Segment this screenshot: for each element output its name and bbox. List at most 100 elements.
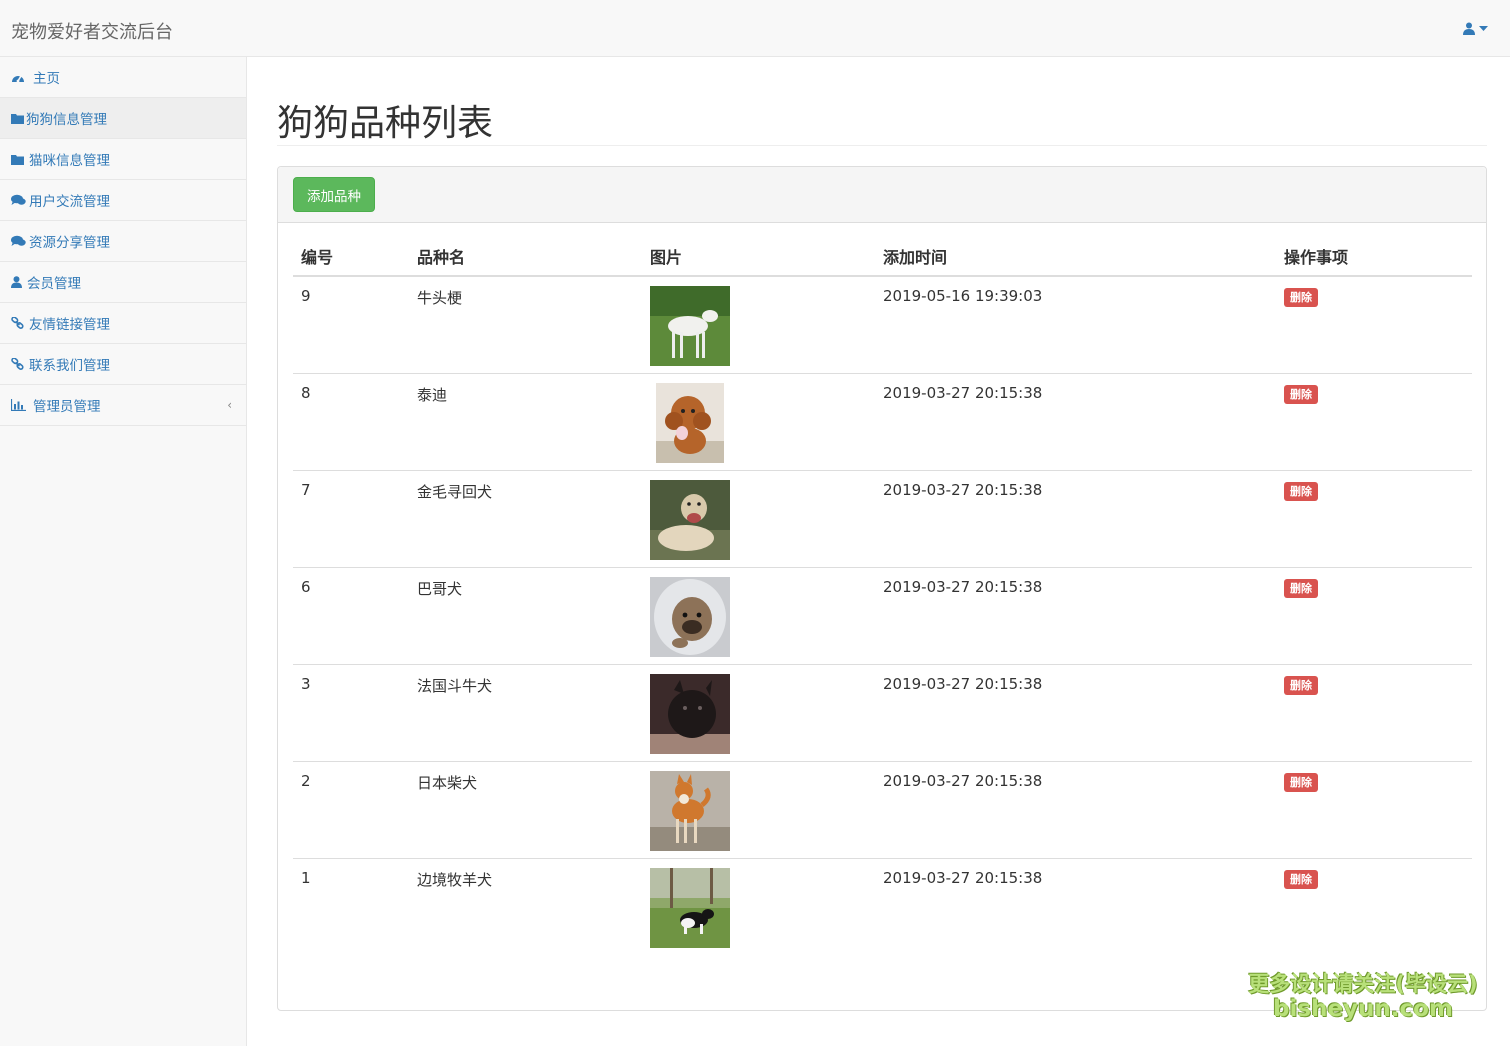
cell-image [642,760,875,858]
table-row: 1 边境牧羊犬 2019-03-27 20:15:38 删除 [293,857,1472,955]
bar-chart-icon [11,398,31,412]
sidebar-item-home[interactable]: 主页 [0,57,246,98]
sidebar-item-members[interactable]: 会员管理 [0,262,246,303]
cell-time: 2019-03-27 20:15:38 [875,566,1276,664]
sidebar-item-label: 资源分享管理 [29,235,110,251]
cell-name: 牛头梗 [417,289,463,307]
table-row: 7 金毛寻回犬 2019-03-27 20:15:38 删除 [293,469,1472,567]
col-header-image[interactable]: 图片 [642,241,875,277]
dog-photo-shiba-inu [650,770,730,851]
cell-actions: 删除 [1276,372,1472,470]
sidebar-item-resource-share[interactable]: 资源分享管理 [0,221,246,262]
dog-photo-teddy [656,382,724,463]
delete-button[interactable]: 删除 [1284,869,1318,889]
delete-button[interactable]: 删除 [1284,481,1318,501]
table-row: 3 法国斗牛犬 2019-03-27 20:15:38 删除 [293,663,1472,761]
table-row: 2 日本柴犬 2019-03-27 20:15:38 删除 [293,760,1472,858]
col-header-time[interactable]: 添加时间 [875,241,1276,277]
sidebar-item-label: 狗狗信息管理 [26,112,107,128]
sidebar-item-friend-links[interactable]: 友情链接管理 [0,303,246,344]
col-header-id[interactable]: 编号 [293,241,409,277]
sidebar-item-cat-info[interactable]: 猫咪信息管理 [0,139,246,180]
sidebar-item-label: 用户交流管理 [29,194,110,210]
sidebar-item-label: 主页 [33,71,60,87]
cell-id: 6 [293,566,409,664]
delete-button[interactable]: 删除 [1284,578,1318,598]
title-divider [277,145,1487,146]
table-row: 8 泰迪 2019-03-27 20:15:38 删除 [293,372,1472,470]
cell-id: 9 [301,287,311,305]
dog-photo-french-bulldog [650,673,730,754]
link-icon [11,316,27,330]
delete-button[interactable]: 删除 [1284,675,1318,695]
chevron-left-icon[interactable]: ‹ [227,398,232,412]
col-header-actions[interactable]: 操作事项 [1276,241,1472,277]
cell-image [642,663,875,761]
user-dropdown[interactable] [1463,22,1488,35]
cell-time: 2019-03-27 20:15:38 [875,469,1276,567]
cell-actions: 删除 [1276,276,1472,373]
cell-actions: 删除 [1276,663,1472,761]
cell-time: 2019-03-27 20:15:38 [875,760,1276,858]
col-header-name[interactable]: 品种名 [409,241,642,277]
cell-time: 2019-03-27 20:15:38 [875,857,1276,955]
app-title[interactable]: 宠物爱好者交流后台 [11,18,173,44]
cell-actions: 删除 [1276,566,1472,664]
dog-photo-border-collie [650,867,730,948]
cell-image [642,469,875,567]
delete-button[interactable]: 删除 [1284,384,1318,404]
sidebar: 主页 狗狗信息管理 猫咪信息管理 用户交流管理 资源分享管理 会员管理 友情链接… [0,57,247,1046]
comments-icon [11,234,27,248]
table-header-row: 编号 品种名 图片 添加时间 操作事项 [293,241,1472,277]
sidebar-item-contact-us[interactable]: 联系我们管理 [0,344,246,385]
comments-icon [11,193,27,207]
cell-id: 2 [293,760,409,858]
cell-id: 3 [293,663,409,761]
sidebar-item-dog-info[interactable]: 狗狗信息管理 [0,98,246,139]
dog-photo-pug [650,576,730,657]
folder-icon [11,152,27,166]
sidebar-item-label: 会员管理 [27,276,81,292]
cell-image [642,566,875,664]
cell-id: 1 [293,857,409,955]
link-icon [11,357,27,371]
sidebar-item-label: 猫咪信息管理 [29,153,110,169]
watermark-line-2: bisheyun.com [1273,996,1453,1022]
folder-icon [11,111,24,125]
cell-name: 边境牧羊犬 [409,857,642,955]
cell-time: 2019-03-27 20:15:38 [875,372,1276,470]
cell-id: 7 [293,469,409,567]
sidebar-item-user-chat[interactable]: 用户交流管理 [0,180,246,221]
cell-actions: 删除 [1276,857,1472,955]
cell-name: 法国斗牛犬 [409,663,642,761]
add-breed-button[interactable]: 添加品种 [293,177,375,212]
sidebar-item-label: 联系我们管理 [29,358,110,374]
cell-image [642,857,875,955]
cell-name: 日本柴犬 [409,760,642,858]
cell-name: 金毛寻回犬 [409,469,642,567]
cell-time: 2019-03-27 20:15:38 [875,663,1276,761]
page-title: 狗狗品种列表 [277,103,494,144]
sidebar-item-label: 友情链接管理 [29,317,110,333]
cell-actions: 删除 [1276,760,1472,858]
user-icon [11,275,25,289]
watermark: 更多设计请关注(毕设云) bisheyun.com [1228,968,1498,1022]
top-navbar: 宠物爱好者交流后台 [0,0,1510,57]
cell-image [642,372,875,470]
cell-name: 巴哥犬 [409,566,642,664]
watermark-line-1: 更多设计请关注(毕设云) [1248,972,1478,996]
delete-button[interactable]: 删除 [1284,772,1318,792]
dog-photo-golden-retriever [650,479,730,560]
dog-photo-bull-terrier [650,286,730,366]
cell-actions: 删除 [1276,469,1472,567]
sidebar-item-admins[interactable]: 管理员管理 ‹ [0,385,246,426]
sidebar-item-label: 管理员管理 [33,399,101,415]
user-icon [1463,22,1475,35]
dashboard-icon [11,70,27,84]
caret-down-icon [1479,25,1488,32]
cell-name: 泰迪 [409,372,642,470]
delete-button[interactable]: 删除 [1284,288,1318,307]
cell-id: 8 [293,372,409,470]
panel-heading: 添加品种 [278,167,1486,223]
table-row: 9 牛头梗 2019-05-16 19:39:03 删除 [293,276,1472,373]
